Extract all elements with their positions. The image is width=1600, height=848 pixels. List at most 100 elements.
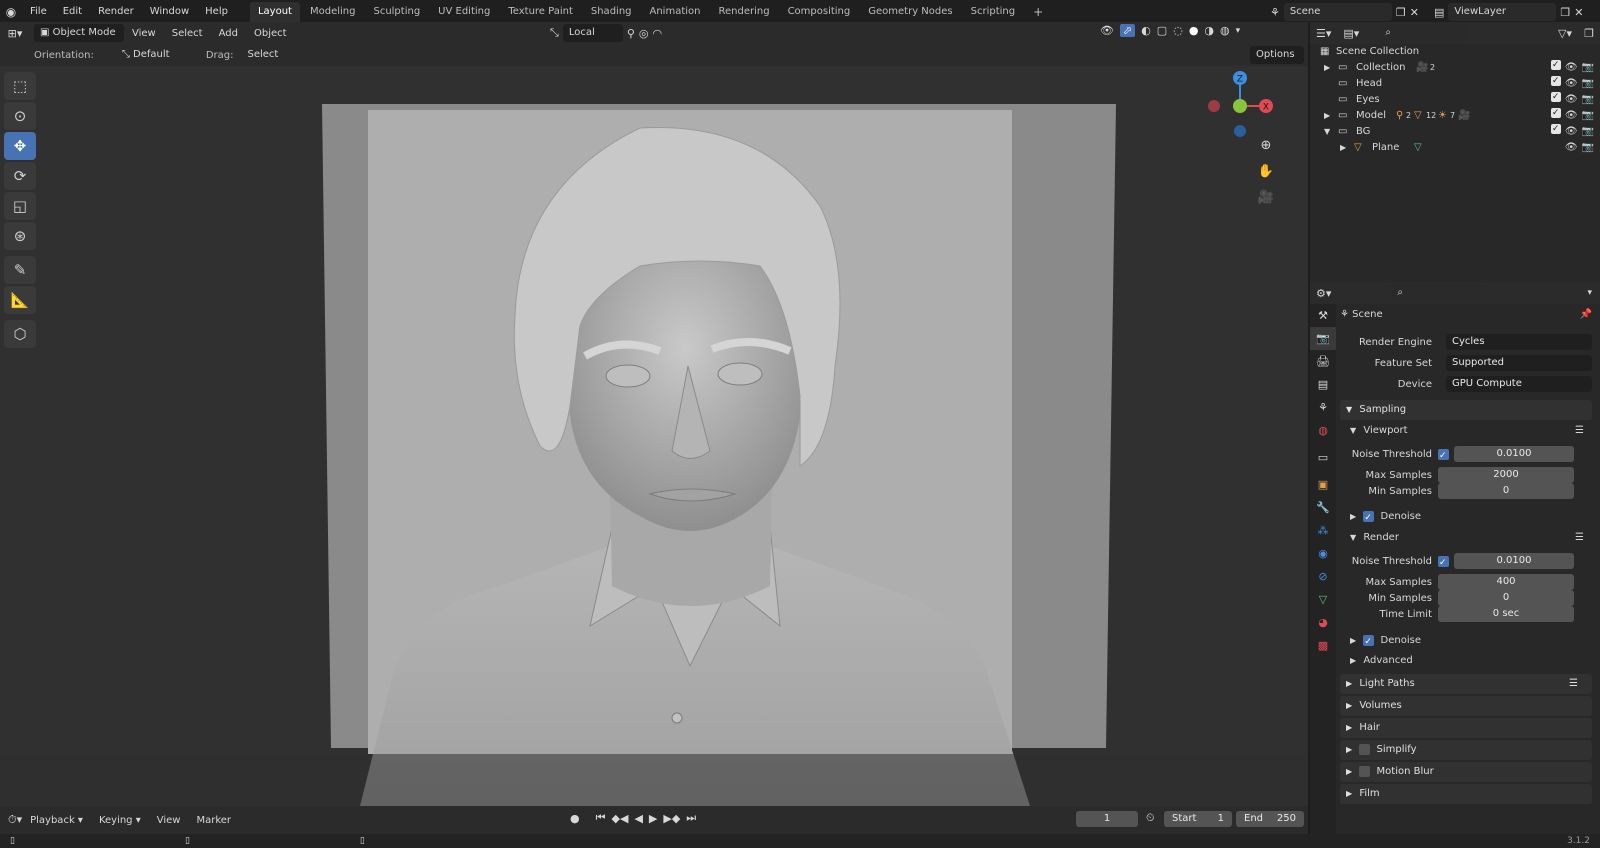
max-samples-field[interactable]: 2000 (1438, 467, 1574, 483)
tab-output[interactable]: 🖨 (1310, 350, 1336, 373)
remove-view-layer-icon[interactable]: ✕ (1574, 6, 1583, 19)
drag-dropdown[interactable]: Select Box (241, 46, 302, 78)
eye-icon[interactable]: 👁 (1565, 92, 1578, 108)
expand-arrow-icon[interactable]: ▶ (1340, 140, 1346, 156)
tab-data[interactable]: ▽ (1310, 588, 1336, 611)
properties-options-icon[interactable]: ▾ (1587, 288, 1592, 298)
expand-arrow-icon[interactable]: ▶ (1324, 60, 1330, 76)
tab-scene[interactable]: ⚘ (1310, 396, 1336, 419)
eye-icon[interactable]: 👁 (1565, 60, 1578, 76)
min-samples-field[interactable]: 0 (1438, 590, 1574, 606)
overlay-toggle-icon[interactable]: ◐ (1141, 24, 1151, 37)
menu-add[interactable]: Add (211, 28, 246, 39)
3d-viewport[interactable]: Z X ⊕ ✋ 🎥 (0, 66, 1308, 806)
shading-options-icon[interactable]: ▾ (1236, 26, 1241, 36)
noise-threshold-field[interactable]: 0.0100 (1454, 553, 1574, 569)
eye-icon[interactable]: 👁 (1565, 140, 1578, 156)
preview-range-icon[interactable]: ⏲ (1146, 811, 1155, 825)
tab-shading[interactable]: Shading (583, 2, 640, 22)
snap-icon[interactable]: ⚲ (627, 27, 635, 40)
expand-arrow-icon[interactable]: ▶ (1324, 108, 1330, 124)
viewport-denoise-row[interactable]: ▶ Denoise (1350, 508, 1590, 527)
tab-geometry-nodes[interactable]: Geometry Nodes (860, 2, 960, 22)
viewport-subpanel-header[interactable]: ▼ Viewport ☰ (1350, 422, 1590, 440)
exclude-checkbox[interactable] (1550, 121, 1561, 137)
max-samples-field[interactable]: 400 (1438, 574, 1574, 590)
sampling-panel-header[interactable]: ▼ Sampling (1340, 400, 1592, 420)
solid-shading-icon[interactable]: ● (1189, 24, 1199, 37)
light-paths-panel-header[interactable]: ▶ Light Paths ☰ (1340, 674, 1592, 694)
playback-menu[interactable]: Playback ▾ (22, 815, 91, 826)
simplify-panel-header[interactable]: ▶ Simplify (1340, 740, 1592, 760)
rendered-shading-icon[interactable]: ◍ (1220, 24, 1230, 37)
noise-threshold-checkbox[interactable] (1438, 554, 1449, 572)
menu-select[interactable]: Select (164, 28, 211, 39)
measure-tool[interactable]: 📐 (4, 286, 36, 314)
gizmo-neg-z-ball[interactable] (1234, 125, 1246, 137)
pan-hand-icon[interactable]: ✋ (1256, 164, 1276, 179)
eye-icon[interactable]: 👁 (1565, 108, 1578, 124)
denoise-checkbox[interactable] (1363, 509, 1375, 527)
menu-view[interactable]: View (124, 28, 164, 39)
prev-keyframe-icon[interactable]: ◆◀ (612, 812, 629, 825)
render-subpanel-header[interactable]: ▼ Render ☰ (1350, 529, 1590, 547)
outliner-search-input[interactable]: ⌕ (1379, 25, 1470, 41)
preset-list-icon[interactable]: ☰ (1575, 422, 1584, 440)
jump-start-icon[interactable]: ⏮ (596, 811, 606, 825)
tab-physics[interactable]: ◉ (1310, 542, 1336, 565)
tab-modifiers[interactable]: 🔧 (1310, 496, 1336, 519)
blender-logo-icon[interactable]: ◉ (0, 5, 22, 19)
tab-uv-editing[interactable]: UV Editing (430, 2, 498, 22)
view-layer-field[interactable]: ViewLayer (1448, 3, 1557, 21)
menu-window[interactable]: Window (142, 0, 197, 24)
tab-scripting[interactable]: Scripting (963, 2, 1023, 22)
camera-render-icon[interactable]: 📷 (1582, 140, 1594, 156)
start-frame-field[interactable]: Start 1 (1164, 811, 1232, 827)
editor-type-icon[interactable]: ⊞▾ (0, 27, 30, 40)
outliner-editor-icon[interactable]: ☰▾ (1316, 27, 1331, 40)
orientation-dropdown[interactable]: ⤡ Default (115, 46, 194, 64)
xray-icon[interactable]: ▢ (1157, 24, 1167, 37)
copy-scene-icon[interactable]: ❐ (1396, 6, 1406, 19)
eye-icon[interactable]: 👁 (1565, 76, 1578, 92)
outliner-item-bg[interactable]: ▼ ▭ BG 👁📷 (1310, 121, 1600, 140)
tab-texture-paint[interactable]: Texture Paint (500, 2, 581, 22)
zoom-icon[interactable]: ⊕ (1256, 138, 1276, 153)
jump-end-icon[interactable]: ⏭ (686, 811, 696, 825)
tab-object[interactable]: ▣ (1310, 473, 1336, 496)
denoise-checkbox[interactable] (1363, 633, 1375, 651)
material-shading-icon[interactable]: ◑ (1204, 24, 1214, 37)
eye-icon[interactable]: 👁 (1565, 124, 1578, 140)
menu-render[interactable]: Render (90, 0, 142, 24)
remove-scene-icon[interactable]: ✕ (1410, 6, 1419, 19)
play-reverse-icon[interactable]: ◀ (634, 812, 642, 825)
filter-icon[interactable]: ▽▾ (1558, 27, 1572, 40)
add-cube-tool[interactable]: ⬡ (4, 320, 36, 348)
camera-render-icon[interactable]: 📷 (1582, 124, 1594, 140)
move-tool[interactable]: ✥ (4, 132, 36, 160)
preset-list-icon[interactable]: ☰ (1569, 674, 1578, 694)
advanced-subpanel-header[interactable]: ▶ Advanced (1350, 652, 1590, 670)
tab-compositing[interactable]: Compositing (780, 2, 859, 22)
tab-particles[interactable]: ⁂ (1310, 519, 1336, 542)
view-layer-icon[interactable]: ▤ (1434, 6, 1444, 19)
current-frame-field[interactable]: 1 (1076, 811, 1138, 827)
exclude-checkbox[interactable] (1550, 73, 1561, 89)
menu-object[interactable]: Object (246, 28, 295, 39)
feature-set-dropdown[interactable]: Supported (1446, 355, 1592, 371)
falloff-icon[interactable]: ◠ (652, 27, 662, 40)
visibility-icon[interactable]: 👁 (1100, 24, 1114, 37)
play-icon[interactable]: ▶ (649, 812, 657, 825)
properties-search-input[interactable]: ⌕ (1391, 285, 1482, 301)
proportional-edit-icon[interactable]: ◎ (639, 27, 649, 40)
cursor-tool[interactable]: ⊙ (4, 102, 36, 130)
tab-animation[interactable]: Animation (642, 2, 709, 22)
scene-icon[interactable]: ⚘ (1270, 6, 1280, 19)
render-denoise-row[interactable]: ▶ Denoise (1350, 632, 1590, 651)
rotate-tool[interactable]: ⟳ (4, 162, 36, 190)
marker-menu[interactable]: Marker (188, 815, 239, 826)
tab-modeling[interactable]: Modeling (302, 2, 364, 22)
tab-tool[interactable]: ⚒ (1310, 304, 1336, 327)
tab-sculpting[interactable]: Sculpting (365, 2, 428, 22)
device-dropdown[interactable]: GPU Compute (1446, 376, 1592, 392)
